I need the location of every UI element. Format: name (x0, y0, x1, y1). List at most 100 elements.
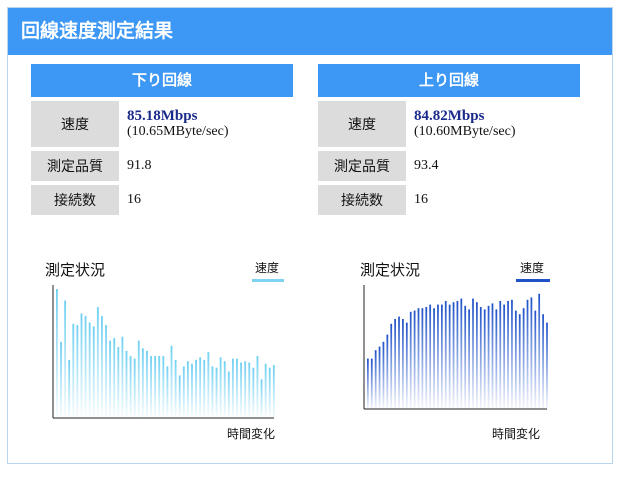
x-axis-label: 時間変化 (492, 427, 541, 441)
chart-bar (511, 299, 513, 409)
chart-bar (84, 316, 87, 418)
chart-bar (413, 310, 416, 409)
chart-bar (105, 325, 107, 418)
chart-bar (534, 310, 537, 409)
chart-bar (219, 357, 222, 418)
chart-bar (113, 338, 116, 418)
chart-bar (223, 361, 226, 418)
speed-mbps: 85.18Mbps (127, 108, 198, 124)
chart-bar (101, 316, 103, 418)
chart-bar (231, 358, 234, 418)
speed-mbyte: (10.65MByte/sec) (127, 124, 229, 139)
chart-bar (146, 350, 148, 418)
chart-bar (518, 314, 521, 409)
chart-bar (468, 309, 470, 409)
chart-bar (170, 345, 173, 418)
chart-bar (367, 358, 369, 409)
chart-bar (76, 325, 79, 418)
chart-bar (178, 375, 181, 418)
chart-bar (117, 347, 120, 418)
chart-bar (546, 322, 548, 409)
chart-bar (402, 319, 404, 409)
chart-bar (80, 313, 83, 418)
table-row: 測定品質 93.4 (318, 151, 580, 181)
chart-bar (417, 308, 420, 409)
chart-bar (409, 311, 412, 409)
quality-label: 測定品質 (318, 151, 406, 181)
chart-bar (150, 356, 152, 418)
chart-bar (240, 362, 243, 418)
chart-bar (495, 309, 498, 409)
chart-bar (456, 301, 459, 409)
chart-bar (425, 307, 428, 409)
chart-bar (378, 346, 381, 409)
chart-bar (195, 359, 197, 418)
chart-bar (227, 371, 230, 418)
chart-bar (476, 302, 478, 409)
chart-bar (514, 310, 517, 409)
chart-bar (125, 350, 128, 418)
download-stats-table: 速度 85.18Mbps (10.65MByte/sec) 測定品質 91.8 … (31, 97, 293, 219)
chart-bar (503, 304, 506, 409)
table-row: 接続数 16 (318, 185, 580, 215)
chart-bar (538, 293, 541, 409)
connections-value: 16 (414, 192, 428, 207)
speed-value: 84.82Mbps (10.60MByte/sec) (406, 101, 580, 147)
chart-bar (203, 359, 206, 418)
chart-bar (390, 323, 393, 409)
quality-label: 測定品質 (31, 151, 119, 181)
chart-bar (448, 304, 451, 409)
table-row: 接続数 16 (31, 185, 293, 215)
chart-bar (440, 304, 443, 409)
chart-bar (252, 367, 255, 418)
chart-bar (109, 340, 112, 418)
upload-title: 上り回線 (318, 64, 580, 97)
chart-bar (256, 356, 259, 418)
chart-bar (487, 305, 490, 409)
chart-bar (374, 350, 377, 409)
page-title: 回線速度測定結果 (8, 8, 612, 55)
table-row: 測定品質 91.8 (31, 151, 293, 181)
chart-bar (472, 298, 474, 409)
chart-bar (162, 356, 165, 418)
quality-value: 91.8 (127, 158, 152, 173)
chart-bar (248, 362, 251, 418)
upload-section: 上り回線 速度 84.82Mbps (10.60MByte/sec) 測定品質 … (318, 64, 580, 219)
chart-bar (268, 367, 271, 418)
chart-bar (64, 300, 67, 418)
download-chart-svg (52, 285, 275, 419)
chart-bar (429, 304, 432, 409)
connections-label: 接続数 (31, 185, 119, 215)
chart-bar (182, 366, 185, 418)
speed-label: 速度 (31, 101, 119, 147)
chart-bar (191, 363, 193, 418)
chart-bar (386, 334, 389, 409)
chart-bar (92, 326, 95, 418)
chart-bar (133, 358, 136, 418)
speed-label: 速度 (318, 101, 406, 147)
chart-bar (236, 358, 238, 418)
connections-value: 16 (127, 192, 141, 207)
chart-bar (199, 357, 202, 418)
chart-bar (542, 314, 544, 409)
chart-bar (526, 299, 529, 409)
chart-bar (437, 304, 439, 409)
chart-bar (154, 356, 157, 418)
chart-bar (96, 307, 99, 418)
chart-bar (174, 359, 177, 418)
upload-chart: 測定状況 速度 時間変化 (350, 253, 610, 443)
chart-bar (72, 323, 75, 418)
x-axis-label: 時間変化 (227, 427, 276, 441)
chart-bar (244, 361, 247, 418)
table-row: 速度 85.18Mbps (10.65MByte/sec) (31, 101, 293, 147)
download-section: 下り回線 速度 85.18Mbps (10.65MByte/sec) 測定品質 … (31, 64, 293, 219)
speed-value: 85.18Mbps (10.65MByte/sec) (119, 101, 293, 147)
chart-bar (483, 309, 486, 409)
download-chart: 測定状況 速度 時間変化 (40, 253, 300, 443)
chart-bar (129, 356, 132, 418)
chart-bar (433, 308, 435, 409)
chart-bar (60, 341, 62, 418)
chart-bar (464, 305, 467, 409)
chart-bar (452, 302, 455, 409)
chart-bar (460, 298, 463, 409)
